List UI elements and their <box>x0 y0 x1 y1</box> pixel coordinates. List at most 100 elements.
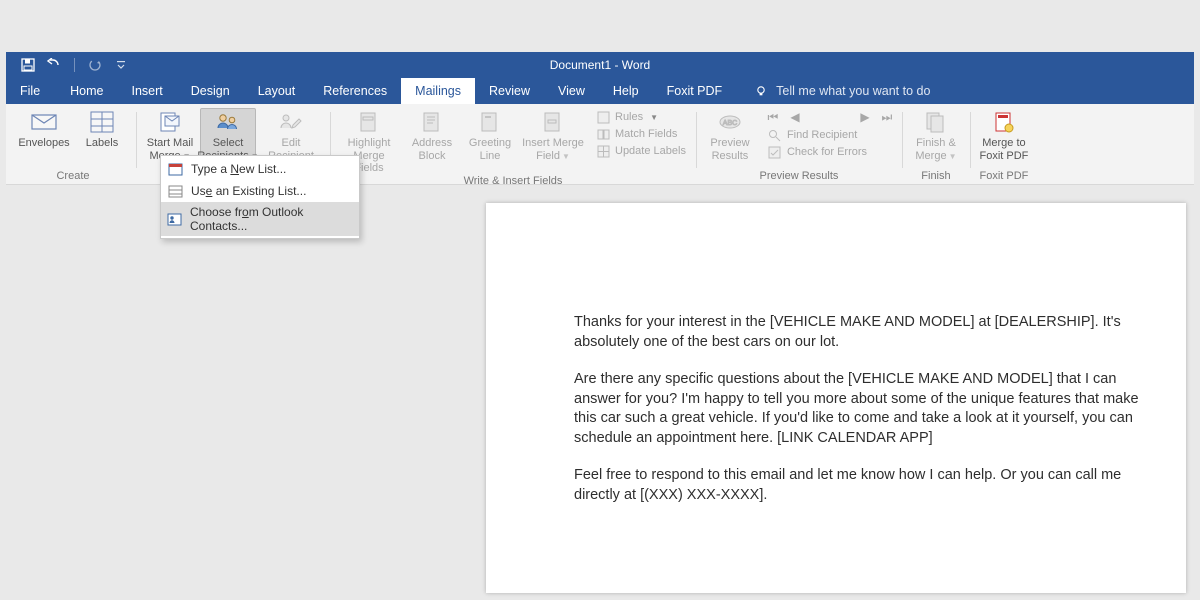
use-existing-list-icon <box>167 183 183 199</box>
envelope-icon <box>30 110 58 134</box>
menu-type-new-list-label: Type a New List... <box>191 162 286 176</box>
update-labels-button[interactable]: Update Labels <box>592 143 690 159</box>
qat-separator <box>74 58 75 72</box>
tab-file[interactable]: File <box>6 78 56 104</box>
menu-use-existing-list[interactable]: Use an Existing List... <box>161 180 359 202</box>
group-finish-label: Finish <box>908 170 964 184</box>
check-errors-button[interactable]: Check for Errors <box>764 144 896 160</box>
insert-merge-field-label2: Field <box>536 150 560 162</box>
document-area: Thanks for your interest in the [VEHICLE… <box>6 185 1194 600</box>
tab-view[interactable]: View <box>544 78 599 104</box>
prev-record-icon[interactable]: ◀ <box>788 110 802 125</box>
group-create-label: Create <box>16 170 130 184</box>
group-foxit: Merge to Foxit PDF Foxit PDF <box>970 106 1038 184</box>
find-recipient-label: Find Recipient <box>787 129 857 141</box>
tab-home[interactable]: Home <box>56 78 117 104</box>
group-create: Envelopes Labels Create <box>10 106 136 184</box>
tab-foxit[interactable]: Foxit PDF <box>653 78 737 104</box>
foxit-label1: Merge to <box>982 137 1025 150</box>
tab-layout[interactable]: Layout <box>244 78 310 104</box>
foxit-label2: Foxit PDF <box>980 150 1029 163</box>
labels-button[interactable]: Labels <box>74 108 130 150</box>
merge-to-foxit-button[interactable]: Merge to Foxit PDF <box>976 108 1032 162</box>
address-block-icon <box>418 110 446 134</box>
finish-merge-button[interactable]: Finish & Merge▼ <box>908 108 964 162</box>
group-foxit-label: Foxit PDF <box>976 170 1032 184</box>
start-mail-merge-label1: Start Mail <box>147 137 193 150</box>
group-finish: Finish & Merge▼ Finish <box>902 106 970 184</box>
edit-recipient-list-icon <box>277 110 305 134</box>
preview-results-label2: Results <box>712 150 749 163</box>
address-block-label2: Block <box>419 150 446 163</box>
preview-results-button[interactable]: ABC Preview Results <box>702 108 758 162</box>
update-labels-icon <box>596 144 610 158</box>
first-record-icon[interactable]: ⏮ <box>766 110 780 125</box>
qat-customize-icon[interactable] <box>113 57 129 73</box>
address-block-button[interactable]: Address Block <box>404 108 460 162</box>
rules-icon <box>596 110 610 124</box>
finish-merge-label2: Merge <box>915 150 946 162</box>
edit-recipient-list-label1: Edit <box>282 137 301 150</box>
tab-mailings[interactable]: Mailings <box>401 78 475 104</box>
tab-help[interactable]: Help <box>599 78 653 104</box>
insert-merge-field-icon <box>539 110 567 134</box>
group-write-insert-fields: Highlight Merge Fields Address Block Gre… <box>330 106 696 184</box>
update-labels-label: Update Labels <box>615 145 686 157</box>
preview-results-icon: ABC <box>716 110 744 134</box>
rules-button[interactable]: Rules▼ <box>592 109 690 125</box>
last-record-icon[interactable]: ⏭ <box>880 110 894 125</box>
window-title: Document1 - Word <box>6 58 1194 72</box>
tab-review[interactable]: Review <box>475 78 544 104</box>
select-recipients-label1: Select <box>213 137 244 150</box>
select-recipients-icon <box>214 110 242 134</box>
labels-label: Labels <box>86 137 118 150</box>
menu-choose-from-outlook-label: Choose from Outlook Contacts... <box>190 205 349 233</box>
labels-icon <box>88 110 116 134</box>
tab-references[interactable]: References <box>309 78 401 104</box>
find-recipient-icon <box>768 128 782 142</box>
greeting-line-button[interactable]: Greeting Line <box>462 108 518 162</box>
quick-access-toolbar <box>6 57 129 73</box>
match-fields-icon <box>596 127 610 141</box>
chevron-down-icon: ▼ <box>650 113 658 122</box>
tab-insert[interactable]: Insert <box>118 78 177 104</box>
redo-icon[interactable] <box>87 57 103 73</box>
highlight-label1: Highlight <box>348 137 391 150</box>
start-mail-merge-icon <box>156 110 184 134</box>
menu-type-new-list[interactable]: Type a New List... <box>161 158 359 180</box>
type-new-list-icon <box>167 161 183 177</box>
document-paragraph: Feel free to respond to this email and l… <box>574 466 1152 505</box>
envelopes-button[interactable]: Envelopes <box>16 108 72 150</box>
preview-results-label1: Preview <box>710 137 749 150</box>
document-page[interactable]: Thanks for your interest in the [VEHICLE… <box>486 203 1186 593</box>
highlight-merge-fields-icon <box>355 110 383 134</box>
lightbulb-icon <box>754 84 768 98</box>
tell-me-search[interactable]: Tell me what you want to do <box>736 78 930 104</box>
ribbon-tab-strip: File Home Insert Design Layout Reference… <box>6 78 1194 104</box>
svg-text:ABC: ABC <box>723 120 737 127</box>
word-window: Document1 - Word File Home Insert Design… <box>6 52 1194 600</box>
menu-choose-from-outlook[interactable]: Choose from Outlook Contacts... <box>161 202 359 236</box>
match-fields-label: Match Fields <box>615 128 677 140</box>
document-paragraph: Thanks for your interest in the [VEHICLE… <box>574 313 1152 352</box>
next-record-icon[interactable]: ▶ <box>858 110 872 125</box>
save-icon[interactable] <box>20 57 36 73</box>
tab-design[interactable]: Design <box>177 78 244 104</box>
greeting-line-icon <box>476 110 504 134</box>
envelopes-label: Envelopes <box>18 137 69 150</box>
document-paragraph: Are there any specific questions about t… <box>574 370 1152 448</box>
insert-merge-field-button[interactable]: Insert Merge Field▼ <box>520 108 586 162</box>
tell-me-placeholder: Tell me what you want to do <box>776 84 930 98</box>
find-recipient-button[interactable]: Find Recipient <box>764 127 896 143</box>
group-preview-results: ABC Preview Results ⏮ ◀ ▶ ⏭ Find <box>696 106 902 184</box>
address-block-label1: Address <box>412 137 452 150</box>
record-nav[interactable]: ⏮ ◀ ▶ ⏭ <box>764 109 896 126</box>
match-fields-button[interactable]: Match Fields <box>592 126 690 142</box>
undo-icon[interactable] <box>46 57 62 73</box>
finish-merge-icon <box>922 110 950 134</box>
menu-use-existing-list-label: Use an Existing List... <box>191 184 306 198</box>
outlook-contacts-icon <box>167 211 182 227</box>
chevron-down-icon: ▼ <box>562 152 570 161</box>
foxit-pdf-icon <box>990 110 1018 134</box>
chevron-down-icon: ▼ <box>949 152 957 161</box>
